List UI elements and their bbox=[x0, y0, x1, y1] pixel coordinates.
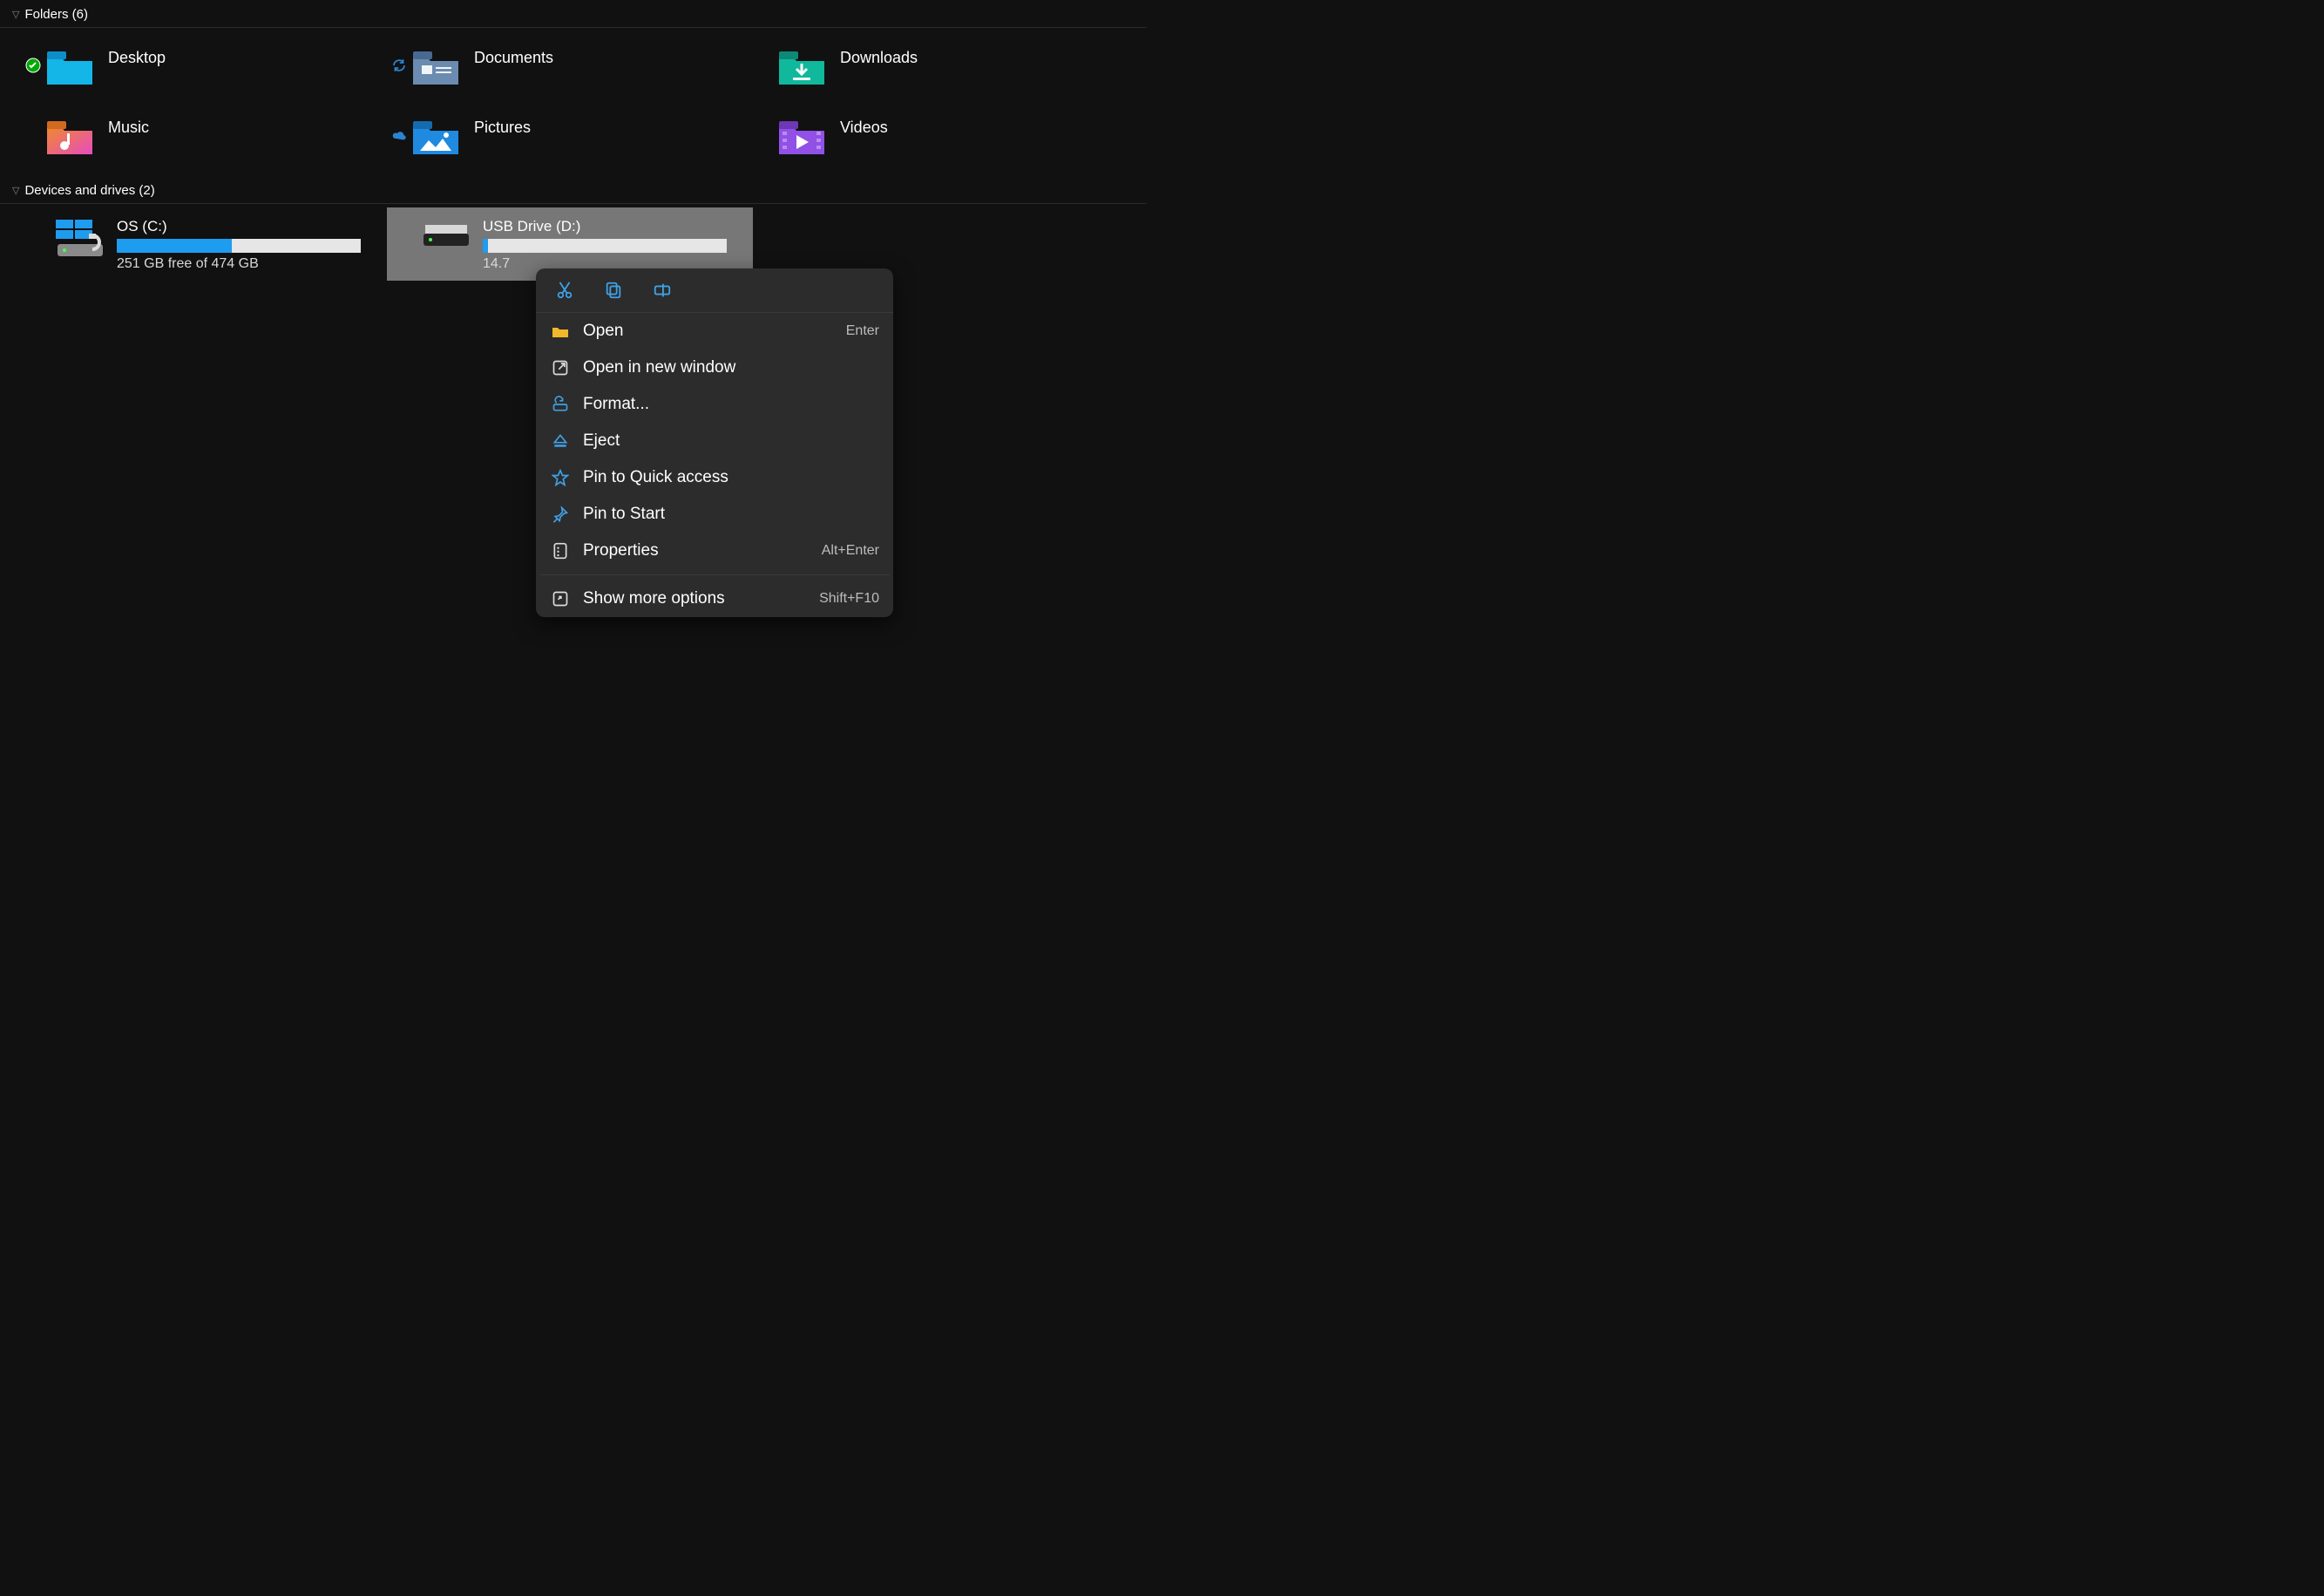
eject-icon bbox=[550, 432, 571, 450]
folder-label: Documents bbox=[474, 49, 553, 67]
ctx-properties[interactable]: Properties Alt+Enter bbox=[536, 533, 893, 569]
folder-item-documents[interactable]: Documents bbox=[387, 37, 753, 94]
status-syncing-icon bbox=[387, 58, 411, 73]
status-cloud-icon bbox=[387, 130, 411, 140]
section-title: Devices and drives (2) bbox=[24, 183, 154, 198]
folder-videos-icon bbox=[777, 114, 826, 156]
folder-downloads-icon bbox=[777, 44, 826, 86]
folder-item-music[interactable]: Music bbox=[21, 106, 387, 164]
drive-name: USB Drive (D:) bbox=[483, 218, 744, 235]
rename-icon[interactable] bbox=[653, 281, 672, 300]
ctx-open[interactable]: Open Enter bbox=[536, 313, 893, 350]
folder-item-videos[interactable]: Videos bbox=[753, 106, 1119, 164]
new-window-icon bbox=[550, 359, 571, 377]
drive-os-icon bbox=[56, 218, 105, 260]
drive-name: OS (C:) bbox=[117, 218, 378, 235]
drive-usb-icon bbox=[422, 218, 471, 253]
open-folder-icon bbox=[550, 324, 571, 338]
context-menu: Open Enter Open in new window Format... … bbox=[536, 268, 893, 617]
section-title: Folders (6) bbox=[24, 7, 88, 22]
folder-item-downloads[interactable]: Downloads bbox=[753, 37, 1119, 94]
folder-label: Downloads bbox=[840, 49, 918, 67]
folder-documents-icon bbox=[411, 44, 460, 86]
section-header-drives[interactable]: ▽ Devices and drives (2) bbox=[0, 176, 1147, 204]
format-icon bbox=[550, 396, 571, 413]
capacity-bar bbox=[483, 239, 727, 253]
chevron-down-icon: ▽ bbox=[12, 185, 19, 196]
folder-music-icon bbox=[45, 114, 94, 156]
ctx-format[interactable]: Format... bbox=[536, 386, 893, 423]
capacity-bar bbox=[117, 239, 361, 253]
folder-item-desktop[interactable]: Desktop bbox=[21, 37, 387, 94]
drive-item-os-c[interactable]: OS (C:) 251 GB free of 474 GB bbox=[21, 207, 387, 281]
pin-icon bbox=[550, 506, 571, 523]
drive-free-text: 251 GB free of 474 GB bbox=[117, 256, 378, 272]
folder-item-pictures[interactable]: Pictures bbox=[387, 106, 753, 164]
separator bbox=[539, 574, 890, 575]
folder-label: Videos bbox=[840, 119, 888, 137]
folder-label: Desktop bbox=[108, 49, 166, 67]
folder-pictures-icon bbox=[411, 114, 460, 156]
more-options-icon bbox=[550, 590, 571, 608]
ctx-show-more-options[interactable]: Show more options Shift+F10 bbox=[536, 581, 893, 617]
ctx-open-new-window[interactable]: Open in new window bbox=[536, 350, 893, 386]
properties-icon bbox=[550, 542, 571, 560]
folders-grid: Desktop Documents Downloads Music bbox=[0, 28, 1147, 164]
folder-label: Music bbox=[108, 119, 149, 137]
context-menu-toolbar bbox=[536, 268, 893, 313]
folder-label: Pictures bbox=[474, 119, 531, 137]
copy-icon[interactable] bbox=[604, 281, 623, 300]
ctx-eject[interactable]: Eject bbox=[536, 423, 893, 459]
ctx-pin-quick-access[interactable]: Pin to Quick access bbox=[536, 459, 893, 496]
section-header-folders[interactable]: ▽ Folders (6) bbox=[0, 0, 1147, 28]
star-icon bbox=[550, 469, 571, 486]
status-synced-icon bbox=[21, 58, 45, 73]
folder-desktop-icon bbox=[45, 44, 94, 86]
ctx-pin-to-start[interactable]: Pin to Start bbox=[536, 496, 893, 533]
chevron-down-icon: ▽ bbox=[12, 9, 19, 20]
cut-icon[interactable] bbox=[555, 281, 574, 300]
